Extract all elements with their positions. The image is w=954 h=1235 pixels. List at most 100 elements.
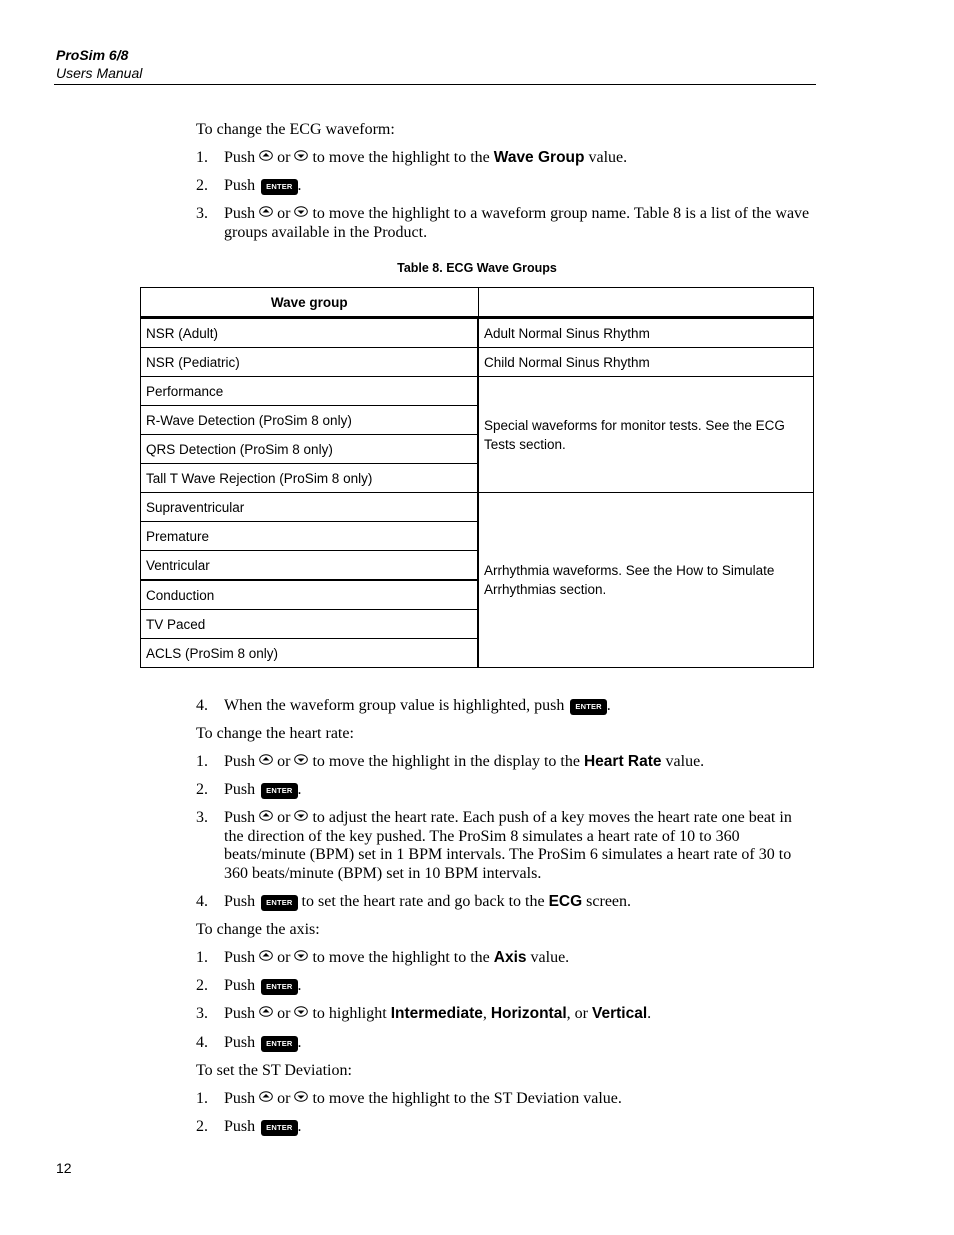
enter-key-icon: ENTER <box>261 895 298 911</box>
step-text: Push <box>224 1090 256 1107</box>
step-text: to highlight <box>312 1005 387 1022</box>
step-text: . <box>647 1005 652 1022</box>
ui-term: Heart Rate <box>583 753 662 770</box>
step-number: 3. <box>196 205 208 222</box>
step-text: to move the highlight to the <box>312 949 490 966</box>
step-text: . <box>606 697 611 714</box>
step-text: Push <box>224 753 256 770</box>
step-number: 3. <box>196 809 208 826</box>
description-cell: Child Normal Sinus Rhythm <box>477 347 814 377</box>
step-text: , or <box>566 1005 588 1022</box>
step-number: 2. <box>196 1118 208 1135</box>
waveform-step-2: 2. Push ENTER. <box>196 177 810 196</box>
step-number: 1. <box>196 1090 208 1107</box>
step-text: Push <box>224 893 256 910</box>
heart-rate-step-2: 2. Push ENTER. <box>196 781 810 800</box>
table-row: Supraventricular Arrhythmia waveforms. S… <box>140 492 814 668</box>
step-text: Push <box>224 1118 256 1135</box>
step-text: to adjust the heart rate. Each push of a… <box>224 809 792 882</box>
step-text: or <box>277 1005 291 1022</box>
step-number: 2. <box>196 977 208 994</box>
step-text: . <box>297 177 302 194</box>
step-text: value. <box>665 753 705 770</box>
table-header-row: Wave group <box>140 287 814 319</box>
axis-step-2: 2. Push ENTER. <box>196 977 810 996</box>
heart-rate-intro: To change the heart rate: <box>196 725 354 742</box>
step-text: Push <box>224 149 256 166</box>
heart-rate-step-3: 3. Push or to adjust the heart rate. Eac… <box>196 809 810 883</box>
step-text: Push <box>224 977 256 994</box>
step-text: When the waveform group value is highlig… <box>224 697 565 714</box>
down-arrow-key-icon <box>294 810 309 821</box>
heart-rate-step-1: 1. Push or to move the highlight in the … <box>196 753 810 772</box>
step-text: or <box>277 149 291 166</box>
step-text: Push <box>224 205 256 222</box>
waveform-step-1: 1. Push or to move the highlight to the … <box>196 149 810 168</box>
page-number: 12 <box>56 1160 72 1176</box>
ui-term: Horizontal <box>490 1005 567 1022</box>
wave-group-cell: Performance <box>140 376 479 406</box>
down-arrow-key-icon <box>294 754 309 765</box>
down-arrow-key-icon <box>294 1091 309 1102</box>
wave-group-cell: Conduction <box>140 579 479 610</box>
table-row: NSR (Adult) Adult Normal Sinus Rhythm <box>140 317 814 348</box>
step-text: to move the highlight to the <box>312 149 490 166</box>
heart-rate-step-4: 4. Push ENTER to set the heart rate and … <box>196 893 810 912</box>
document-subtitle: Users Manual <box>56 65 143 81</box>
step-text: or <box>277 753 291 770</box>
ui-term: Vertical <box>591 1005 648 1022</box>
step-text: to move the highlight to the ST Deviatio… <box>312 1090 622 1107</box>
description-cell: Special waveforms for monitor tests. See… <box>477 376 814 493</box>
st-deviation-step-2: 2. Push ENTER. <box>196 1118 810 1137</box>
step-text: or <box>277 949 291 966</box>
down-arrow-key-icon <box>294 950 309 961</box>
step-number: 4. <box>196 893 208 910</box>
down-arrow-key-icon <box>294 150 309 161</box>
ui-term: ECG <box>548 893 583 910</box>
step-number: 2. <box>196 781 208 798</box>
table-caption: Table 8. ECG Wave Groups <box>397 261 557 275</box>
ui-term: Wave Group <box>493 149 585 166</box>
st-deviation-step-1: 1. Push or to move the highlight to the … <box>196 1090 810 1109</box>
table-row: NSR (Pediatric) Child Normal Sinus Rhyth… <box>140 347 814 377</box>
down-arrow-key-icon <box>294 206 309 217</box>
wave-group-cell: NSR (Adult) <box>140 317 479 348</box>
ui-term: Axis <box>493 949 527 966</box>
step-text: Push <box>224 949 256 966</box>
running-header: ProSim 6/8 Users Manual <box>56 46 816 82</box>
wave-group-cell: QRS Detection (ProSim 8 only) <box>140 434 479 464</box>
wave-group-cell: ACLS (ProSim 8 only) <box>140 638 479 668</box>
step-text: Push <box>224 1005 256 1022</box>
up-arrow-key-icon <box>259 810 273 821</box>
step-text: or <box>277 809 291 826</box>
step-number: 1. <box>196 149 208 166</box>
waveform-intro: To change the ECG waveform: <box>196 121 395 138</box>
header-rule <box>54 84 816 85</box>
step-text: . <box>297 1118 302 1135</box>
wave-group-cell: TV Paced <box>140 609 479 639</box>
step-text: Push <box>224 781 256 798</box>
column-header-description <box>477 287 814 319</box>
step-text: , <box>482 1005 487 1022</box>
axis-step-3: 3. Push or to highlight Intermediate, Ho… <box>196 1005 810 1024</box>
document-title: ProSim 6/8 <box>56 47 129 63</box>
waveform-step-3: 3. Push or to move the highlight to a wa… <box>196 205 810 242</box>
step-text: screen. <box>586 893 632 910</box>
up-arrow-key-icon <box>259 206 273 217</box>
step-number: 4. <box>196 697 208 714</box>
step-number: 2. <box>196 177 208 194</box>
step-number: 1. <box>196 753 208 770</box>
wave-group-cell: Supraventricular <box>140 492 479 522</box>
up-arrow-key-icon <box>259 950 273 961</box>
description-cell: Adult Normal Sinus Rhythm <box>477 317 814 348</box>
step-text: to move the highlight in the display to … <box>312 753 580 770</box>
wave-group-cell: Ventricular <box>140 550 479 581</box>
enter-key-icon: ENTER <box>570 699 607 715</box>
step-text: or <box>277 205 291 222</box>
step-text: to move the highlight to a waveform grou… <box>224 205 810 241</box>
step-text: value. <box>588 149 628 166</box>
enter-key-icon: ENTER <box>261 979 298 995</box>
waveform-step-4: 4. When the waveform group value is high… <box>196 697 810 716</box>
axis-intro: To change the axis: <box>196 921 320 938</box>
step-text: or <box>277 1090 291 1107</box>
